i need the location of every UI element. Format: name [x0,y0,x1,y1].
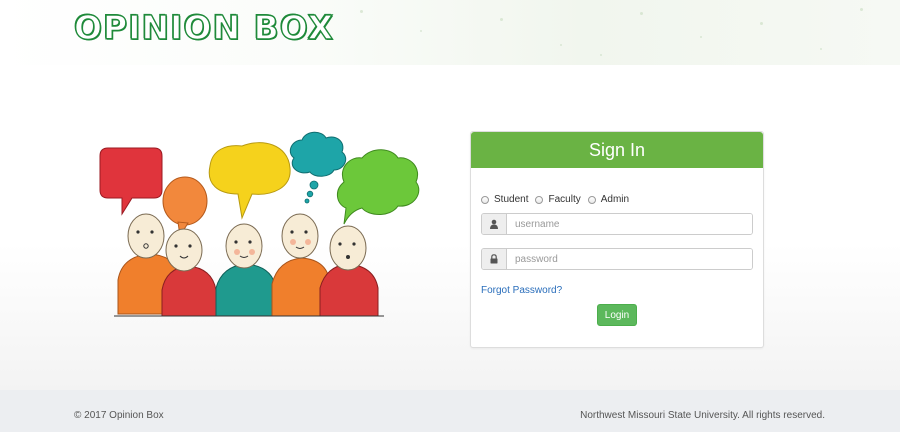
password-input[interactable] [507,249,752,269]
forgot-password-link[interactable]: Forgot Password? [481,285,562,296]
decor-speckle [560,44,562,46]
decor-speckle [600,54,602,56]
footer-rights: Northwest Missouri State University. All… [580,410,825,421]
decor-speckle [500,18,503,21]
decor-speckle [360,10,363,13]
radio-faculty-label: Faculty [548,194,581,205]
username-input[interactable] [507,214,752,234]
radio-student[interactable]: Student [481,194,528,205]
decor-speckle [760,22,763,25]
decor-speckle [640,12,643,15]
speech-bubble-orange [162,176,208,238]
decor-speckle [820,48,822,50]
login-button[interactable]: Login [597,304,637,326]
signin-heading: Sign In [471,132,763,168]
person-3 [215,223,277,317]
site-logo[interactable]: Opinion Box [73,7,335,48]
username-group [481,213,753,235]
lock-icon [482,249,507,269]
decor-speckle [700,36,702,38]
logo-word-box: Box [253,7,335,47]
site-footer: © 2017 Opinion Box Northwest Missouri St… [0,390,900,432]
radio-faculty[interactable]: Faculty [535,194,581,205]
signin-panel: Sign In Student Faculty Admin Forgot Pas… [470,131,764,348]
person-5 [319,225,379,317]
radio-admin-circle[interactable] [587,195,596,204]
radio-student-label: Student [494,194,529,205]
password-group [481,248,753,270]
logo-word-opinion: Opinion [73,7,242,47]
radio-admin[interactable]: Admin [587,194,630,205]
speech-bubble-yellow [208,142,291,220]
speech-bubble-red [99,147,163,216]
user-icon [482,214,507,234]
role-radio-group: Student Faculty Admin [481,194,636,205]
people-talking-illustration [99,131,420,317]
site-header: Opinion Box [0,0,900,65]
radio-admin-label: Admin [600,194,630,205]
decor-speckle [860,8,863,11]
footer-copyright: © 2017 Opinion Box [74,410,164,421]
decor-speckle [420,30,422,32]
radio-faculty-circle[interactable] [535,195,544,204]
radio-student-circle[interactable] [481,195,489,204]
speech-bubble-green [337,149,420,225]
